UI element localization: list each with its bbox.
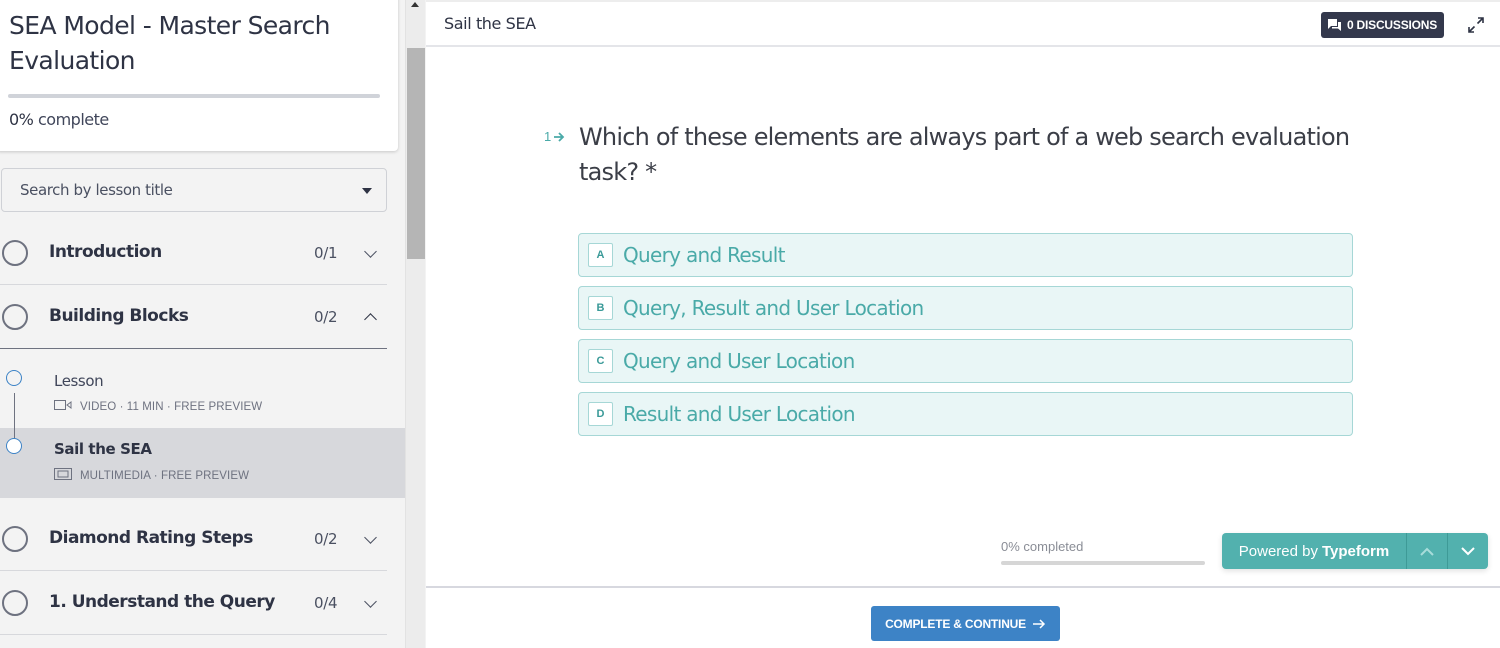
course-progress-text: 0% complete [9,110,109,129]
lesson-item-lesson[interactable]: Lesson VIDEO · 11 MIN · FREE PREVIEW [0,360,405,430]
course-progress-value: 0% [9,110,34,129]
lesson-search-select[interactable]: Search by lesson title [1,168,387,212]
sidebar-scrollbar[interactable] [405,0,425,648]
section-count: 0/4 [314,594,338,612]
choice-option-a[interactable]: A Query and Result [578,233,1353,277]
chat-icon [1327,19,1341,31]
choice-label: Query and User Location [623,349,855,373]
chevron-down-icon[interactable] [364,245,377,258]
section-diamond-rating-steps[interactable]: Diamond Rating Steps 0/2 [0,507,387,571]
chevron-down-icon[interactable] [364,595,377,608]
lesson-heading: Sail the SEA [444,14,536,33]
section-title: Building Blocks [49,306,189,326]
lesson-search-placeholder: Search by lesson title [20,181,173,199]
choice-option-d[interactable]: D Result and User Location [578,392,1353,436]
question-text: Which of these elements are always part … [579,123,1350,186]
chevron-down-icon [1461,546,1475,555]
course-progress-card: SEA Model - Master Search Evaluation 0% … [0,0,398,151]
arrow-right-icon [1032,618,1045,629]
lesson-title: Lesson [54,372,104,390]
choice-label: Result and User Location [623,402,856,426]
app-root: SEA Model - Master Search Evaluation 0% … [0,0,1500,648]
question-number: 1 [544,129,565,144]
powered-by-typeform-link[interactable]: Powered by Typeform [1222,533,1407,569]
expand-icon[interactable] [1466,15,1486,40]
chevron-down-icon[interactable] [364,531,377,544]
lesson-title: Sail the SEA [54,440,152,458]
choice-option-b[interactable]: B Query, Result and User Location [578,286,1353,330]
lesson-status-circle-icon [6,438,22,454]
typeform-footer-controls: Powered by Typeform [1222,533,1488,569]
lesson-item-sail-the-sea[interactable]: Sail the SEA MULTIMEDIA · FREE PREVIEW [0,428,405,498]
lesson-connector-line [14,393,15,438]
section-understand-the-query[interactable]: 1. Understand the Query 0/4 [0,571,387,635]
choice-label: Query, Result and User Location [623,296,924,320]
lesson-content: Sail the SEA 0 DISCUSSIONS 1 Which of th… [426,0,1500,648]
section-status-circle-icon [2,304,28,330]
video-icon [54,400,72,413]
section-title: 1. Understand the Query [49,592,275,612]
lesson-footer: COMPLETE & CONTINUE [426,586,1500,648]
typeform-progress-bar [1001,561,1205,565]
course-progress-suffix: complete [37,110,109,129]
section-status-circle-icon [2,526,28,552]
discussions-label: 0 DISCUSSIONS [1346,18,1438,32]
course-title: SEA Model - Master Search Evaluation [9,11,331,75]
section-count: 0/2 [314,308,338,326]
course-progress-bar [8,94,380,98]
powered-by-prefix: Powered by [1238,542,1318,560]
lesson-status-circle-icon [6,370,22,386]
choice-key: A [588,243,613,267]
section-count: 0/1 [314,244,338,262]
section-title: Diamond Rating Steps [49,528,253,548]
section-status-circle-icon [2,240,28,266]
section-status-circle-icon [2,590,28,616]
scroll-up-arrow-icon[interactable] [411,2,419,7]
choice-option-c[interactable]: C Query and User Location [578,339,1353,383]
typeform-progress-label: 0% completed [1001,539,1084,554]
section-building-blocks[interactable]: Building Blocks 0/2 [0,285,387,349]
lesson-meta-text: MULTIMEDIA · FREE PREVIEW [80,469,250,482]
course-sidebar: SEA Model - Master Search Evaluation 0% … [0,0,405,648]
chevron-up-icon [1420,547,1434,556]
typeform-progress: 0% completed [1001,539,1205,565]
choice-key: D [588,402,613,426]
multimedia-icon [54,468,72,483]
scrollbar-thumb[interactable] [407,48,425,259]
chevron-up-icon[interactable] [364,313,377,326]
section-count: 0/2 [314,530,338,548]
complete-button-label: COMPLETE & CONTINUE [885,616,1026,631]
arrow-right-icon [554,131,565,142]
next-question-button[interactable] [1447,533,1488,569]
lesson-meta: MULTIMEDIA · FREE PREVIEW [54,468,249,483]
discussions-button[interactable]: 0 DISCUSSIONS [1321,12,1444,38]
lesson-meta-text: VIDEO · 11 MIN · FREE PREVIEW [80,400,263,413]
choice-key: B [588,296,613,320]
previous-question-button[interactable] [1407,533,1447,569]
question-number-value: 1 [544,129,552,144]
choice-key: C [588,349,613,373]
complete-and-continue-button[interactable]: COMPLETE & CONTINUE [871,606,1060,641]
choice-label: Query and Result [623,243,785,267]
section-introduction[interactable]: Introduction 0/1 [0,221,387,285]
caret-down-icon [362,188,372,194]
lesson-header: Sail the SEA 0 DISCUSSIONS [426,0,1500,47]
powered-by-brand: Typeform [1321,542,1390,560]
lesson-meta: VIDEO · 11 MIN · FREE PREVIEW [54,400,262,413]
section-title: Introduction [49,242,162,262]
